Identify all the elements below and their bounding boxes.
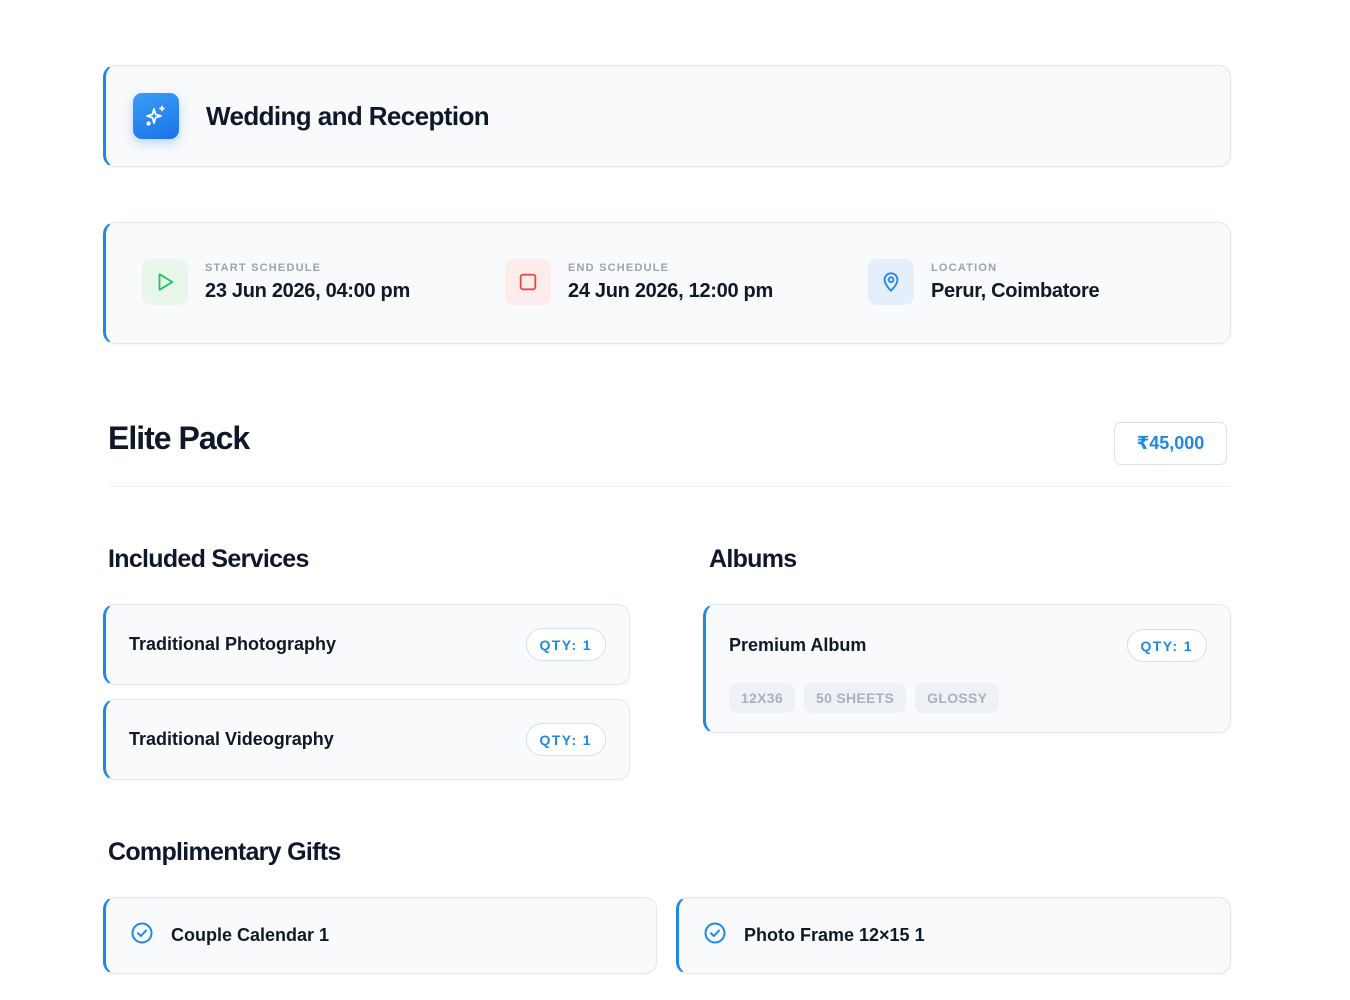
service-item: Traditional Photography QTY: 1 bbox=[103, 604, 630, 685]
package-name: Elite Pack bbox=[108, 420, 250, 456]
qty-badge: QTY: 1 bbox=[1126, 629, 1207, 662]
location-value: Perur, Coimbatore bbox=[931, 279, 1100, 302]
start-schedule-value: 23 Jun 2026, 04:00 pm bbox=[205, 279, 410, 302]
gift-name: Photo Frame 12×15 1 bbox=[744, 925, 925, 945]
end-schedule: END SCHEDULE 24 Jun 2026, 12:00 pm bbox=[505, 259, 773, 305]
sparkles-icon bbox=[133, 93, 179, 139]
album-tags: 12X36 50 SHEETS GLOSSY bbox=[729, 683, 1000, 713]
gift-item: Couple Calendar 1 bbox=[103, 897, 657, 974]
play-icon bbox=[142, 259, 188, 305]
stop-icon bbox=[505, 259, 551, 305]
qty-badge: QTY: 1 bbox=[525, 628, 606, 661]
service-name: Traditional Videography bbox=[129, 729, 334, 749]
gift-item: Photo Frame 12×15 1 bbox=[676, 897, 1231, 974]
end-schedule-value: 24 Jun 2026, 12:00 pm bbox=[568, 279, 773, 302]
album-name: Premium Album bbox=[729, 635, 867, 655]
service-item: Traditional Videography QTY: 1 bbox=[103, 699, 630, 780]
location: LOCATION Perur, Coimbatore bbox=[868, 259, 1100, 305]
album-tag: GLOSSY bbox=[915, 683, 1000, 713]
event-title: Wedding and Reception bbox=[206, 100, 490, 131]
complimentary-gifts-title: Complimentary Gifts bbox=[108, 838, 341, 866]
qty-badge: QTY: 1 bbox=[525, 723, 606, 756]
album-tag: 50 SHEETS bbox=[803, 683, 907, 713]
event-header-card: Wedding and Reception bbox=[103, 65, 1231, 167]
album-tag: 12X36 bbox=[729, 683, 795, 713]
gift-name: Couple Calendar 1 bbox=[171, 925, 330, 945]
package-price-badge: ₹45,000 bbox=[1114, 422, 1227, 465]
album-item: Premium Album QTY: 1 12X36 50 SHEETS GLO… bbox=[703, 604, 1231, 733]
map-pin-icon bbox=[868, 259, 914, 305]
service-name: Traditional Photography bbox=[129, 634, 337, 654]
end-schedule-label: END SCHEDULE bbox=[568, 261, 670, 274]
check-circle-icon bbox=[703, 921, 727, 950]
start-schedule-label: START SCHEDULE bbox=[205, 261, 322, 274]
albums-title: Albums bbox=[709, 545, 797, 573]
location-label: LOCATION bbox=[931, 261, 998, 274]
start-schedule: START SCHEDULE 23 Jun 2026, 04:00 pm bbox=[142, 259, 410, 305]
schedule-card: START SCHEDULE 23 Jun 2026, 04:00 pm END… bbox=[103, 222, 1231, 344]
divider bbox=[108, 486, 1231, 487]
included-services-title: Included Services bbox=[108, 545, 309, 573]
check-circle-icon bbox=[130, 921, 154, 950]
